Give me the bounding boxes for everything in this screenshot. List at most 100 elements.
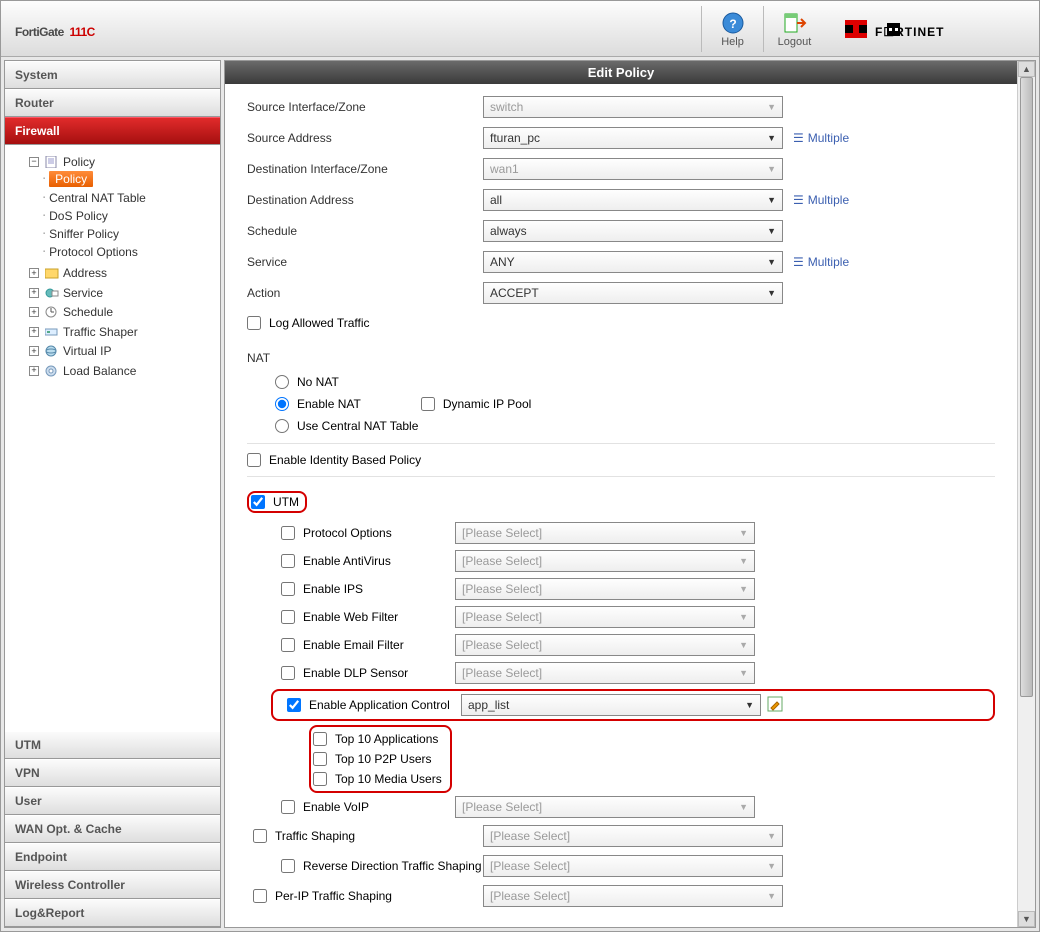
nav-logreport[interactable]: Log&Report (5, 899, 220, 927)
chevron-down-icon: ▼ (767, 257, 776, 267)
check-app[interactable] (287, 698, 301, 712)
check-top-p2p[interactable] (313, 752, 327, 766)
tree-central-nat[interactable]: Central NAT Table (49, 191, 146, 205)
check-av[interactable] (281, 554, 295, 568)
nav-utm[interactable]: UTM (5, 731, 220, 759)
check-perip-ts[interactable] (253, 889, 267, 903)
service-icon (45, 287, 59, 299)
radio-enable-nat[interactable] (275, 397, 289, 411)
radio-central-nat[interactable] (275, 419, 289, 433)
label-voip: Enable VoIP (303, 800, 369, 814)
label-wf: Enable Web Filter (303, 610, 398, 624)
check-ef[interactable] (281, 638, 295, 652)
tree-policy[interactable]: −Policy (29, 155, 95, 169)
check-dyn-pool[interactable] (421, 397, 435, 411)
check-wf[interactable] (281, 610, 295, 624)
chevron-down-icon: ▼ (767, 195, 776, 205)
chevron-down-icon: ▼ (739, 556, 748, 566)
scroll-thumb[interactable] (1020, 77, 1033, 697)
check-proto-opt[interactable] (281, 526, 295, 540)
edit-app-list[interactable] (767, 696, 783, 715)
check-utm[interactable] (251, 495, 265, 509)
label-dst-addr: Destination Address (247, 193, 483, 207)
tree-shaper[interactable]: +Traffic Shaper (29, 325, 138, 339)
scroll-up-icon[interactable]: ▲ (1018, 61, 1035, 77)
tree-dos[interactable]: DoS Policy (49, 209, 108, 223)
select-service[interactable]: ANY▼ (483, 251, 783, 273)
tree-lb[interactable]: +Load Balance (29, 364, 136, 378)
multiple-src-addr[interactable]: ☰Multiple (793, 131, 849, 145)
content-area: Edit Policy Source Interface/Zone switch… (225, 61, 1017, 927)
chevron-down-icon: ▼ (739, 612, 748, 622)
label-action: Action (247, 286, 483, 300)
select-av[interactable]: [Please Select]▼ (455, 550, 755, 572)
label-top-apps: Top 10 Applications (335, 732, 438, 746)
check-top-apps[interactable] (313, 732, 327, 746)
label-no-nat: No NAT (297, 375, 339, 389)
select-ef[interactable]: [Please Select]▼ (455, 634, 755, 656)
nav-wanopt[interactable]: WAN Opt. & Cache (5, 815, 220, 843)
label-src-addr: Source Address (247, 131, 483, 145)
tree-address[interactable]: +Address (29, 266, 107, 280)
label-proto-opt: Protocol Options (303, 526, 392, 540)
check-top-media[interactable] (313, 772, 327, 786)
nav-wireless[interactable]: Wireless Controller (5, 871, 220, 899)
nav-endpoint[interactable]: Endpoint (5, 843, 220, 871)
select-ts[interactable]: [Please Select]▼ (483, 825, 783, 847)
tree-policy-sub[interactable]: Policy (49, 171, 93, 187)
select-app[interactable]: app_list▼ (461, 694, 761, 716)
logout-button[interactable]: Logout (763, 6, 825, 52)
check-log-allowed[interactable] (247, 316, 261, 330)
select-dst-if[interactable]: wan1▼ (483, 158, 783, 180)
clock-icon (45, 306, 59, 318)
folder-icon (45, 267, 59, 279)
check-rev-ts[interactable] (281, 859, 295, 873)
utm-highlight: UTM (247, 491, 307, 513)
help-button[interactable]: ? Help (701, 6, 763, 52)
top10-highlight: Top 10 Applications Top 10 P2P Users Top… (309, 725, 452, 793)
tree-service[interactable]: +Service (29, 286, 103, 300)
label-rev-ts: Reverse Direction Traffic Shaping (303, 859, 482, 873)
multiple-dst-addr[interactable]: ☰Multiple (793, 193, 849, 207)
select-src-if[interactable]: switch▼ (483, 96, 783, 118)
check-identity[interactable] (247, 453, 261, 467)
radio-no-nat[interactable] (275, 375, 289, 389)
scroll-down-icon[interactable]: ▼ (1018, 911, 1035, 927)
select-voip[interactable]: [Please Select]▼ (455, 796, 755, 818)
select-perip-ts[interactable]: [Please Select]▼ (483, 885, 783, 907)
label-schedule: Schedule (247, 224, 483, 238)
tree-sniffer[interactable]: Sniffer Policy (49, 227, 119, 241)
check-ips[interactable] (281, 582, 295, 596)
check-ts[interactable] (253, 829, 267, 843)
tree-vip[interactable]: +Virtual IP (29, 344, 111, 358)
select-dst-addr[interactable]: all▼ (483, 189, 783, 211)
list-icon: ☰ (793, 255, 804, 269)
nav-firewall[interactable]: Firewall (5, 117, 220, 145)
select-schedule[interactable]: always▼ (483, 220, 783, 242)
check-dlp[interactable] (281, 666, 295, 680)
select-rev-ts[interactable]: [Please Select]▼ (483, 855, 783, 877)
select-dlp[interactable]: [Please Select]▼ (455, 662, 755, 684)
tree-schedule[interactable]: +Schedule (29, 305, 113, 319)
select-proto-opt[interactable]: [Please Select]▼ (455, 522, 755, 544)
nav-tree: −Policy Policy Central NAT Table DoS Pol… (5, 145, 220, 731)
nav-user[interactable]: User (5, 787, 220, 815)
svg-text:?: ? (729, 17, 736, 31)
globe-icon (45, 345, 59, 357)
check-voip[interactable] (281, 800, 295, 814)
main-scrollbar[interactable]: ▲ ▼ (1017, 61, 1035, 927)
tree-protoopt[interactable]: Protocol Options (49, 245, 138, 259)
nav-router[interactable]: Router (5, 89, 220, 117)
label-top-media: Top 10 Media Users (335, 772, 442, 786)
select-ips[interactable]: [Please Select]▼ (455, 578, 755, 600)
chevron-down-icon: ▼ (767, 102, 776, 112)
nav-system[interactable]: System (5, 61, 220, 89)
select-src-addr[interactable]: fturan_pc▼ (483, 127, 783, 149)
balance-icon (45, 365, 59, 377)
label-av: Enable AntiVirus (303, 554, 391, 568)
label-nat: NAT (247, 345, 995, 371)
select-wf[interactable]: [Please Select]▼ (455, 606, 755, 628)
select-action[interactable]: ACCEPT▼ (483, 282, 783, 304)
nav-vpn[interactable]: VPN (5, 759, 220, 787)
multiple-service[interactable]: ☰Multiple (793, 255, 849, 269)
